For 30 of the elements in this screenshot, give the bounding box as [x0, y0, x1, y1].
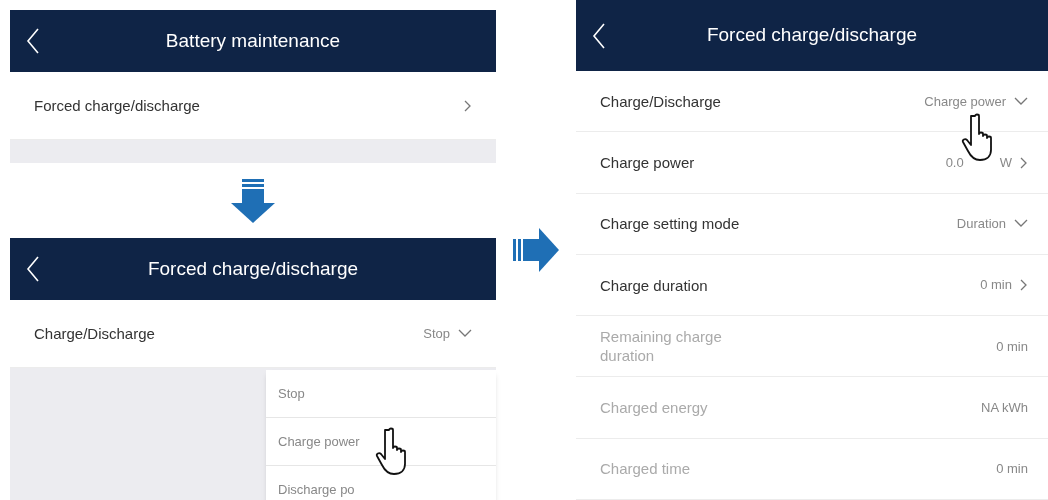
chevron-down-icon [1014, 96, 1028, 106]
setting-value: NA kWh [981, 398, 1028, 417]
setting-value: 0 min [996, 337, 1028, 356]
setting-label: Charged energy [600, 398, 709, 418]
setting-label: Charge duration [600, 275, 709, 295]
setting-value: 0.0 [945, 153, 964, 172]
setting-label: Charged time [600, 459, 692, 479]
setting-label: Charge/Discharge [600, 91, 722, 111]
chevron-right-icon [1020, 279, 1028, 292]
setting-value: Stop [423, 324, 450, 343]
setting-value: 0 min [980, 276, 1012, 295]
chevron-right-icon [464, 99, 472, 112]
down-arrow-icon [229, 176, 277, 225]
setting-value: Charge power [924, 92, 1006, 111]
setting-value: Duration [956, 215, 1006, 234]
setting-value: W [999, 153, 1012, 172]
chevron-down-icon [458, 329, 472, 338]
menu-item[interactable]: Stop [266, 370, 496, 418]
setting-label: Forced charge/discharge [34, 96, 200, 115]
chevron-right-icon [1020, 156, 1028, 169]
setting-label: Charge/Discharge [34, 324, 155, 343]
screen-title: Forced charge/discharge [706, 23, 918, 48]
screen-title: Battery maintenance [165, 28, 341, 53]
screen-title: Forced charge/discharge [147, 256, 359, 281]
setting-label: Remaining charge duration [600, 327, 723, 366]
right-arrow-icon [511, 227, 561, 273]
chevron-down-icon [1014, 219, 1028, 229]
setting-label: Charge setting mode [600, 214, 741, 234]
setting-label: Charge power [600, 153, 696, 173]
setting-value: 0 min [996, 460, 1028, 479]
